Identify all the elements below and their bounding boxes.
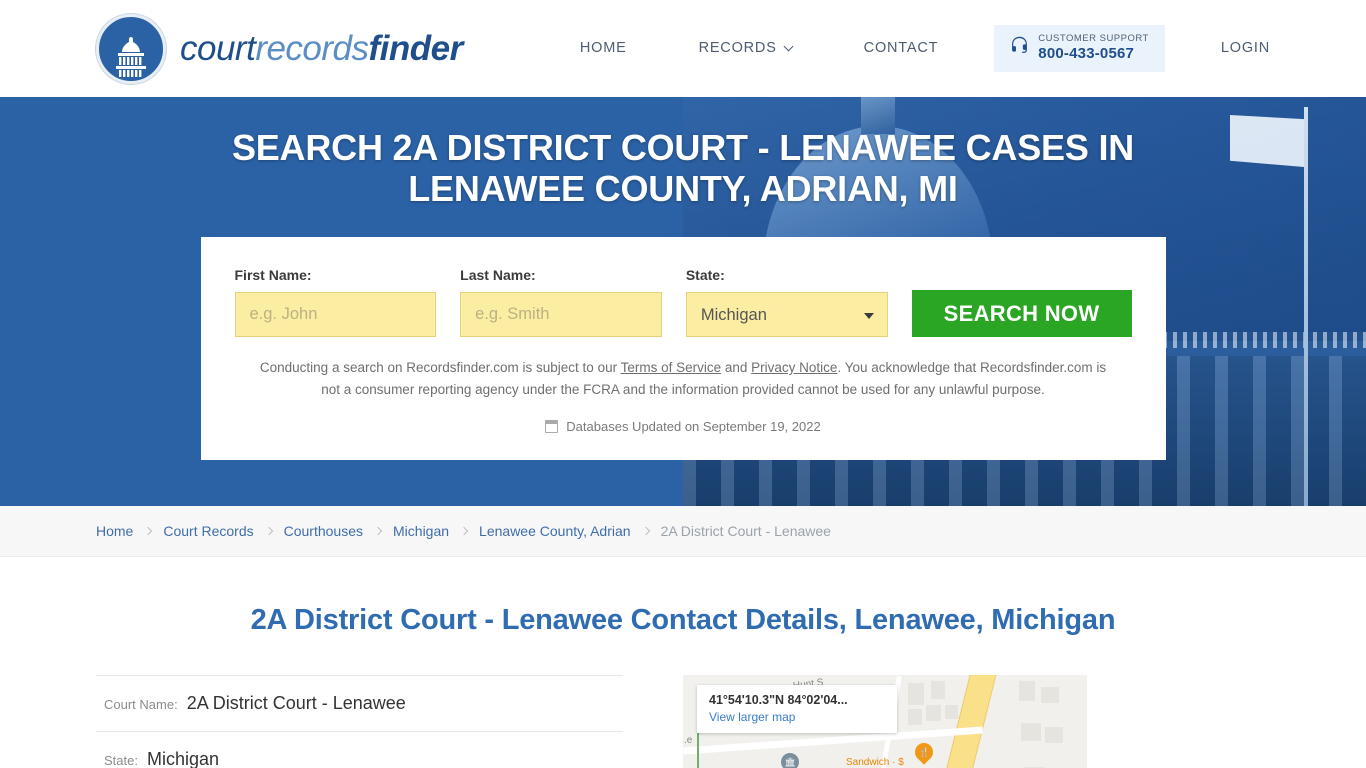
search-form: First Name: Last Name: State: Michigan S… — [234, 267, 1132, 338]
breadcrumb-separator-icon — [641, 526, 650, 536]
breadcrumb-item-michigan[interactable]: Michigan — [393, 523, 449, 539]
detail-row-court-name: Court Name: 2A District Court - Lenawee — [96, 675, 623, 731]
breadcrumb-item-current: 2A District Court - Lenawee — [660, 523, 831, 539]
customer-support-box[interactable]: CUSTOMER SUPPORT 800-433-0567 — [994, 25, 1165, 72]
search-card: First Name: Last Name: State: Michigan S… — [200, 237, 1166, 460]
breadcrumb-item-home[interactable]: Home — [96, 523, 133, 539]
state-select[interactable]: Michigan — [685, 292, 888, 338]
breadcrumb-item-court-records[interactable]: Court Records — [163, 523, 253, 539]
support-phone[interactable]: 800-433-0567 — [1038, 45, 1149, 62]
terms-of-service-link[interactable]: Terms of Service — [621, 360, 722, 375]
last-name-label: Last Name: — [460, 267, 536, 284]
state-label: State: — [685, 267, 725, 284]
databases-updated: Databases Updated on September 19, 2022 — [235, 419, 1132, 434]
breadcrumb-item-lenawee-county[interactable]: Lenawee County, Adrian — [479, 523, 631, 539]
page-title: 2A District Court - Lenawee Contact Deta… — [250, 604, 1116, 636]
detail-label: Court Name: — [104, 697, 178, 712]
breadcrumb-separator-icon — [459, 526, 469, 536]
main-content: 2A District Court - Lenawee Contact Deta… — [0, 604, 1366, 768]
detail-row-state: State: Michigan — [96, 731, 623, 768]
logo-wordmark: courtrecordsfinder — [180, 29, 463, 69]
search-now-button[interactable]: SEARCH NOW — [911, 290, 1132, 338]
nav-item-login[interactable]: LOGIN — [1185, 40, 1270, 56]
court-details-list: Court Name: 2A District Court - Lenawee … — [96, 675, 623, 768]
site-logo[interactable]: courtrecordsfinder — [96, 13, 463, 84]
databases-updated-text: Databases Updated on September 19, 2022 — [566, 418, 821, 434]
first-name-input[interactable] — [234, 292, 437, 338]
breadcrumb-item-courthouses[interactable]: Courthouses — [284, 523, 363, 539]
location-map[interactable]: Hunt S E Hunt St Sandwich · $ .e 🍴 🏛 41°… — [683, 675, 1087, 768]
restaurant-pin-icon[interactable]: 🍴 — [911, 739, 937, 765]
disclaimer-text-1: Conducting a search on Recordsfinder.com… — [259, 360, 621, 376]
content-columns: Court Name: 2A District Court - Lenawee … — [96, 675, 1270, 768]
headset-icon — [1010, 36, 1029, 60]
map-info-card: 41°54'10.3"N 84°02'04... View larger map — [697, 685, 897, 733]
breadcrumb-separator-icon — [144, 526, 153, 536]
breadcrumb-separator-icon — [264, 526, 273, 536]
map-label-sandwich: Sandwich · $ — [846, 757, 904, 768]
search-disclaimer: Conducting a search on Recordsfinder.com… — [253, 357, 1114, 401]
privacy-notice-link[interactable]: Privacy Notice — [751, 360, 837, 375]
disclaimer-text-2: and — [721, 360, 752, 376]
map-coordinates: 41°54'10.3"N 84°02'04... — [709, 693, 848, 707]
detail-value: Michigan — [146, 749, 220, 768]
hero-section: SEARCH 2A DISTRICT COURT - LENAWEE CASES… — [0, 97, 1366, 506]
hero-title: SEARCH 2A DISTRICT COURT - LENAWEE CASES… — [231, 127, 1135, 210]
nav-item-records[interactable]: RECORDS — [663, 40, 828, 56]
state-select-wrap: Michigan — [685, 292, 888, 338]
last-name-input[interactable] — [460, 292, 662, 338]
breadcrumb: Home Court Records Courthouses Michigan … — [0, 506, 1366, 557]
breadcrumb-separator-icon — [373, 526, 383, 536]
logo-part-records: records — [255, 28, 369, 68]
calendar-icon — [545, 419, 559, 433]
nav-item-contact[interactable]: CONTACT — [828, 40, 975, 56]
detail-label: State: — [104, 753, 138, 768]
logo-part-court: court — [180, 28, 256, 68]
museum-pin-icon[interactable]: 🏛 — [777, 749, 803, 768]
detail-value: 2A District Court - Lenawee — [186, 693, 406, 713]
capitol-dome-icon — [96, 13, 166, 84]
view-larger-map-link[interactable]: View larger map — [709, 710, 885, 724]
support-label: CUSTOMER SUPPORT — [1038, 33, 1149, 45]
map-label-edge: .e — [684, 735, 693, 746]
logo-part-finder: finder — [368, 28, 464, 68]
nav-item-home[interactable]: HOME — [544, 40, 663, 56]
main-navigation: HOME RECORDS CONTACT CUSTOMER SUPPORT 80… — [544, 25, 1270, 72]
first-name-label: First Name: — [234, 267, 312, 284]
site-header: courtrecordsfinder HOME RECORDS CONTACT … — [0, 0, 1366, 97]
